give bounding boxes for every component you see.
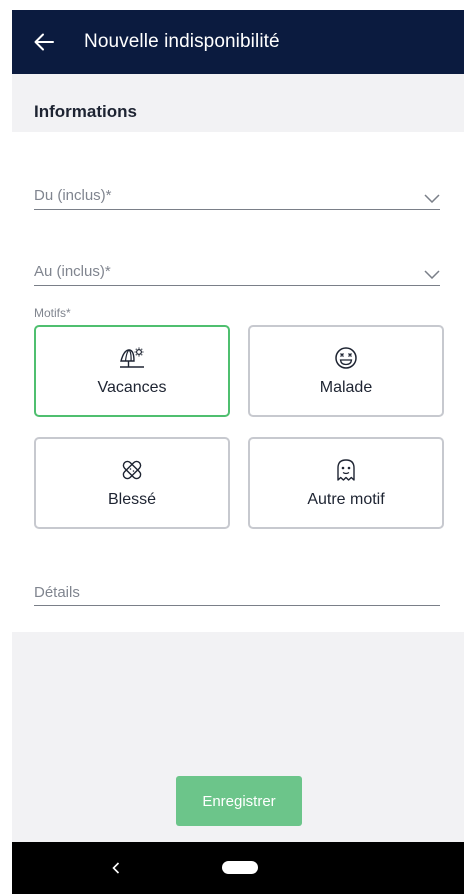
reason-blesse[interactable]: Blessé: [34, 437, 230, 529]
top-app-bar: Nouvelle indisponibilité: [12, 10, 464, 74]
details-placeholder: Détails: [34, 584, 80, 601]
reason-vacances[interactable]: Vacances: [34, 325, 230, 417]
reason-label: Malade: [319, 379, 373, 396]
section-title: Informations: [34, 102, 137, 121]
bandage-icon: [120, 457, 144, 483]
ghost-icon: [335, 457, 357, 483]
from-date-label: Du (inclus)*: [34, 187, 112, 204]
section-header: Informations: [12, 74, 464, 132]
save-button[interactable]: Enregistrer: [176, 776, 302, 826]
to-date-label: Au (inclus)*: [34, 263, 111, 280]
sick-face-icon: [334, 345, 358, 371]
from-date-field[interactable]: Du (inclus)*: [34, 180, 440, 210]
reason-autre-motif[interactable]: Autre motif: [248, 437, 444, 529]
app-screen: Nouvelle indisponibilité Informations Du…: [12, 10, 464, 894]
reason-label: Blessé: [107, 491, 157, 508]
reasons-label: Motifs*: [34, 306, 71, 320]
nav-back-button[interactable]: [96, 852, 136, 884]
reason-malade[interactable]: Malade: [248, 325, 444, 417]
arrow-left-icon: [34, 33, 54, 51]
beach-umbrella-icon: [119, 345, 145, 371]
reason-label: Vacances: [97, 379, 167, 396]
system-nav-bar: [12, 842, 464, 894]
to-date-field[interactable]: Au (inclus)*: [34, 256, 440, 286]
details-field[interactable]: Détails: [34, 580, 440, 606]
back-button[interactable]: [18, 10, 70, 74]
chevron-left-icon: [112, 862, 120, 874]
unavailability-form: Du (inclus)* Au (inclus)* Motifs* Vacanc…: [12, 132, 464, 632]
chevron-down-icon: [424, 194, 440, 203]
reason-label: Autre motif: [307, 491, 385, 508]
nav-home-pill[interactable]: [222, 861, 258, 874]
page-title: Nouvelle indisponibilité: [84, 31, 280, 52]
chevron-down-icon: [424, 270, 440, 279]
